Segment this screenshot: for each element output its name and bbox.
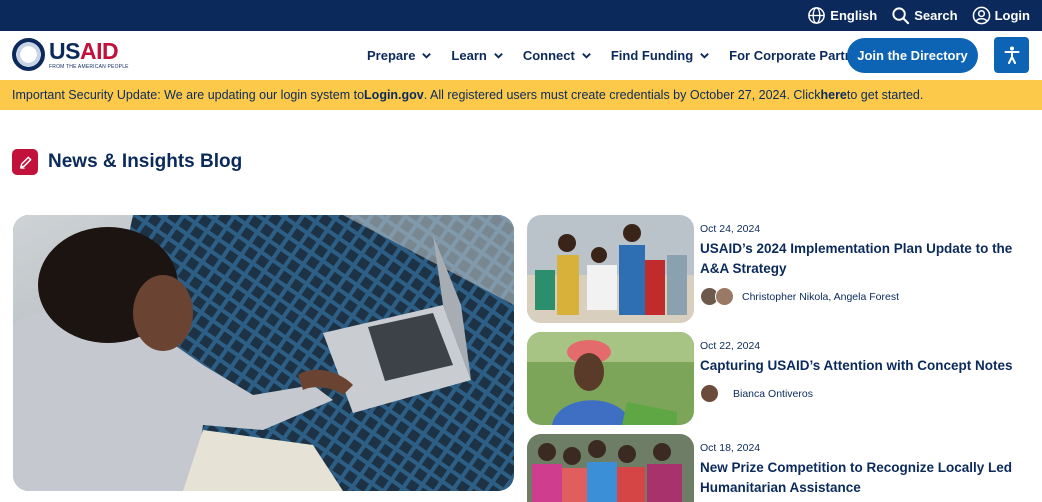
utility-bar: English Search Login: [0, 0, 1042, 31]
nav-item-label: Learn: [451, 48, 487, 63]
group-of-women-photo: [527, 434, 694, 502]
featured-post-image[interactable]: [13, 215, 514, 491]
chevron-down-icon: [582, 53, 591, 59]
post-title-link[interactable]: USAID’s 2024 Implementation Plan Update …: [700, 239, 1020, 279]
alert-text-middle: . All registered users must create crede…: [423, 88, 821, 102]
post-thumbnail[interactable]: [527, 332, 694, 425]
post-thumbnail[interactable]: [527, 434, 694, 502]
section-header: News & Insights Blog: [12, 149, 242, 175]
login-gov-link[interactable]: Login.gov: [364, 88, 424, 102]
author-avatars: [700, 287, 734, 306]
author-avatars: [700, 384, 719, 403]
site-header: USAID FROM THE AMERICAN PEOPLE Prepare L…: [0, 31, 1042, 80]
search-button[interactable]: Search: [891, 6, 958, 25]
usaid-logo[interactable]: USAID FROM THE AMERICAN PEOPLE: [12, 38, 129, 71]
post-body: Oct 22, 2024 Capturing USAID’s Attention…: [700, 340, 1020, 403]
avatar: [715, 287, 734, 306]
smiling-woman-field-photo: [527, 332, 694, 425]
people-carrying-sacks-photo: [527, 215, 694, 323]
post-body: Oct 18, 2024 New Prize Competition to Re…: [700, 442, 1020, 498]
post-title-link[interactable]: Capturing USAID’s Attention with Concept…: [700, 356, 1020, 376]
nav-item-find-funding[interactable]: Find Funding: [611, 48, 710, 63]
post-thumbnail[interactable]: [527, 215, 694, 323]
main-nav: Prepare Learn Connect Find Funding For C…: [367, 31, 891, 80]
post-card[interactable]: Oct 24, 2024 USAID’s 2024 Implementation…: [527, 215, 1017, 323]
nav-item-prepare[interactable]: Prepare: [367, 48, 432, 63]
alert-text-suffix: to get started.: [846, 88, 924, 102]
language-label: English: [830, 8, 878, 23]
nav-item-label: Prepare: [367, 48, 416, 63]
post-title-link[interactable]: New Prize Competition to Recognize Local…: [700, 458, 1020, 498]
post-date: Oct 22, 2024: [700, 340, 761, 352]
login-button[interactable]: Login: [972, 6, 1030, 25]
author-names: Christopher Nikola, Angela Forest: [742, 290, 899, 303]
chevron-down-icon: [422, 53, 432, 59]
join-directory-button[interactable]: Join the Directory: [847, 38, 978, 73]
post-authors: Christopher Nikola, Angela Forest: [700, 287, 1020, 306]
search-icon: [892, 7, 910, 25]
user-icon: [972, 6, 990, 25]
chevron-down-icon: [700, 53, 709, 59]
woman-using-laptop-photo: [13, 215, 514, 491]
post-body: Oct 24, 2024 USAID’s 2024 Implementation…: [700, 223, 1020, 306]
logo-word-aid: AID: [79, 37, 119, 64]
alert-text-prefix: Important Security Update: We are updati…: [12, 88, 365, 102]
logo-tagline: FROM THE AMERICAN PEOPLE: [49, 63, 129, 70]
nav-item-learn[interactable]: Learn: [451, 48, 503, 63]
security-alert-banner: Important Security Update: We are updati…: [0, 80, 1042, 110]
nav-item-connect[interactable]: Connect: [523, 48, 592, 63]
page-title: News & Insights Blog: [48, 151, 243, 172]
post-authors: Bianca Ontiveros: [700, 384, 1020, 403]
nav-item-label: Find Funding: [610, 48, 694, 63]
globe-icon: [808, 7, 826, 24]
chevron-down-icon: [494, 53, 503, 59]
avatar: [700, 384, 719, 403]
logo-wordmark: USAID: [49, 37, 129, 64]
logo-word-us: US: [49, 37, 80, 64]
accessibility-button[interactable]: [994, 37, 1029, 73]
post-date: Oct 18, 2024: [700, 442, 761, 454]
alert-here-link[interactable]: here: [820, 88, 846, 102]
pen-icon: [12, 149, 38, 175]
language-selector[interactable]: English: [807, 6, 877, 25]
post-date: Oct 24, 2024: [700, 223, 761, 235]
login-label: Login: [994, 8, 1030, 23]
post-card[interactable]: Oct 22, 2024 Capturing USAID’s Attention…: [527, 332, 1017, 425]
logo-text: USAID FROM THE AMERICAN PEOPLE: [49, 37, 129, 70]
search-label: Search: [914, 8, 958, 23]
author-names: Bianca Ontiveros: [733, 387, 813, 400]
nav-item-label: Connect: [522, 48, 575, 63]
post-card[interactable]: Oct 18, 2024 New Prize Competition to Re…: [527, 434, 1017, 502]
accessibility-icon: [1004, 46, 1019, 64]
usaid-seal-icon: [12, 38, 45, 71]
